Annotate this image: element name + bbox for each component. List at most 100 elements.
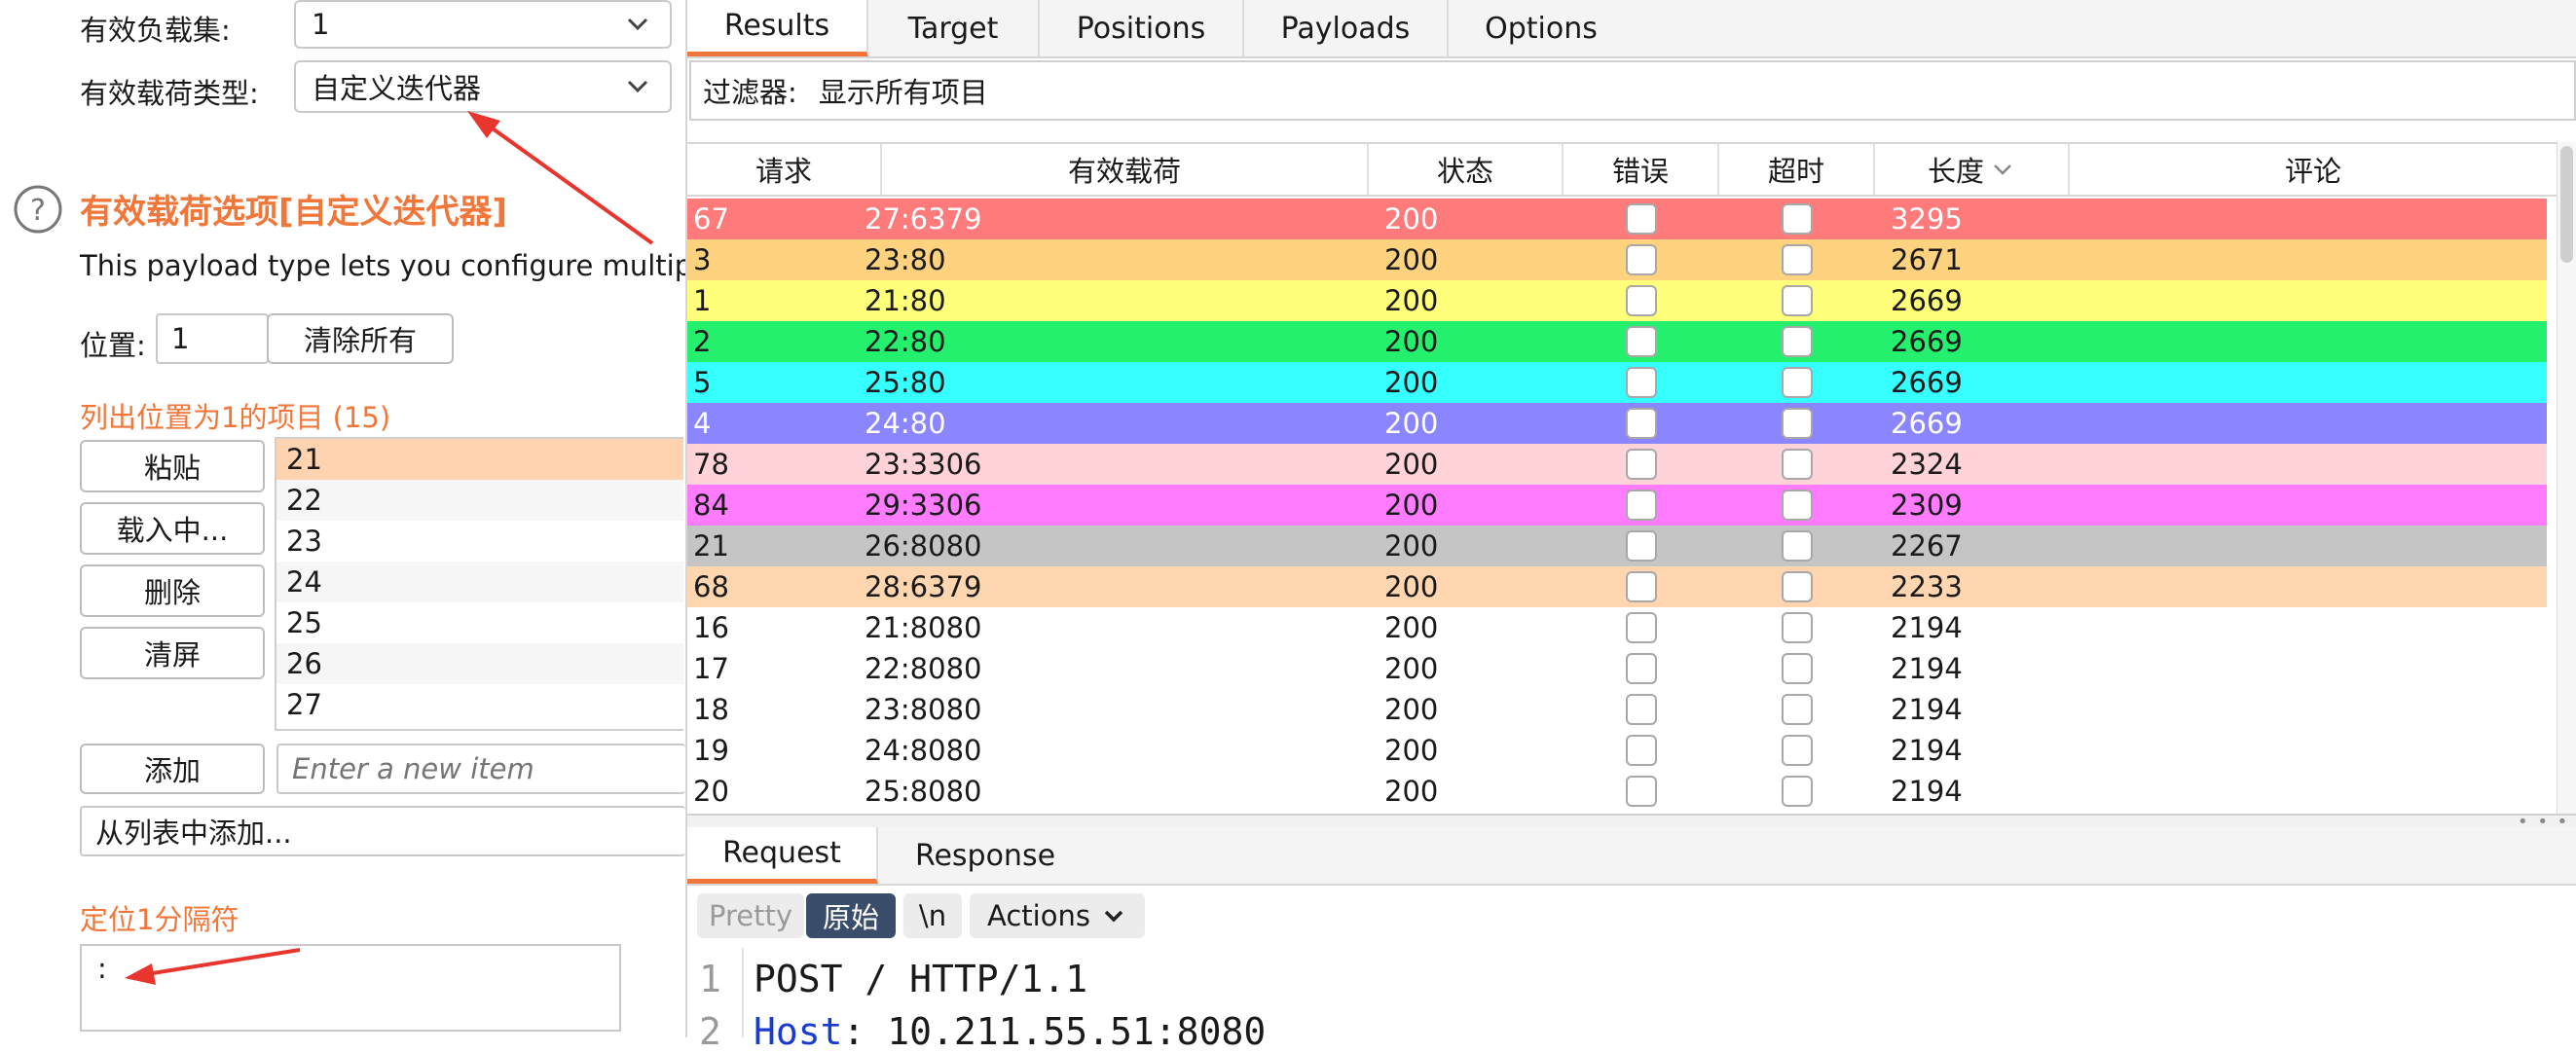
- cell-payload: 23:3306: [865, 448, 982, 481]
- list-item[interactable]: 27: [276, 684, 683, 725]
- paste-button[interactable]: 粘贴: [80, 440, 265, 492]
- raw-button[interactable]: 原始: [806, 893, 896, 938]
- table-row[interactable]: 20 25:8080 200 2194: [687, 771, 2557, 812]
- table-row[interactable]: 16 21:8080 200 2194: [687, 607, 2557, 648]
- list-item[interactable]: 26: [276, 643, 683, 684]
- editor-toolbar: Pretty 原始 \n Actions: [687, 886, 2576, 948]
- pane-splitter[interactable]: • • •: [687, 812, 2576, 832]
- error-checkbox: [1626, 653, 1657, 684]
- col-header-payload[interactable]: 有效载荷: [882, 144, 1369, 195]
- table-row[interactable]: 4 24:80 200 2669: [687, 403, 2547, 444]
- col-header-timeout[interactable]: 超时: [1719, 144, 1875, 195]
- cell-request: 78: [693, 448, 729, 481]
- cell-status: 200: [1384, 202, 1439, 236]
- payload-type-label: 有效载荷类型:: [80, 77, 259, 110]
- list-item[interactable]: 21: [276, 439, 683, 480]
- col-header-length-label: 长度: [1927, 155, 1984, 188]
- line-number: 2: [699, 1010, 721, 1053]
- payload-set-select[interactable]: 1: [294, 0, 672, 49]
- error-checkbox: [1626, 776, 1657, 807]
- tab-response[interactable]: Response: [878, 827, 1092, 884]
- list-item[interactable]: 24: [276, 562, 683, 602]
- help-icon[interactable]: ?: [12, 183, 64, 236]
- payload-type-value: 自定义迭代器: [312, 72, 482, 105]
- table-row[interactable]: 2 22:80 200 2669: [687, 321, 2547, 362]
- cell-status: 200: [1384, 611, 1439, 644]
- timeout-checkbox: [1782, 735, 1813, 766]
- cell-status: 200: [1384, 489, 1439, 522]
- table-row[interactable]: 3 23:80 200 2671: [687, 239, 2547, 280]
- tab-payloads[interactable]: Payloads: [1244, 0, 1449, 56]
- timeout-checkbox: [1782, 244, 1813, 275]
- error-checkbox: [1626, 326, 1657, 357]
- cell-request: 18: [693, 693, 729, 726]
- tab-positions[interactable]: Positions: [1040, 0, 1244, 56]
- main-tabs: Results Target Positions Payloads Option…: [687, 0, 2576, 58]
- cell-payload: 23:8080: [865, 693, 982, 726]
- col-header-error[interactable]: 错误: [1564, 144, 1719, 195]
- cell-length: 2194: [1891, 611, 1963, 644]
- table-row[interactable]: 84 29:3306 200 2309: [687, 485, 2547, 526]
- table-row[interactable]: 19 24:8080 200 2194: [687, 730, 2557, 771]
- list-item[interactable]: 22: [276, 480, 683, 521]
- table-row[interactable]: 67 27:6379 200 3295: [687, 199, 2547, 239]
- col-header-comment[interactable]: 评论: [2070, 144, 2557, 195]
- section-title: 有效载荷选项[自定义迭代器]: [80, 193, 508, 232]
- timeout-checkbox: [1782, 571, 1813, 602]
- position-input[interactable]: 1: [156, 313, 269, 364]
- actions-button[interactable]: Actions: [970, 893, 1145, 938]
- cell-status: 200: [1384, 734, 1439, 767]
- cell-status: 200: [1384, 693, 1439, 726]
- tab-options[interactable]: Options: [1449, 0, 1634, 56]
- filter-value: 显示所有项目: [818, 76, 988, 109]
- cell-status: 200: [1384, 366, 1439, 399]
- tab-request[interactable]: Request: [687, 827, 878, 884]
- clear-all-button[interactable]: 清除所有: [267, 313, 454, 364]
- table-row[interactable]: 5 25:80 200 2669: [687, 362, 2547, 403]
- cell-length: 2671: [1891, 243, 1963, 276]
- cell-status: 200: [1384, 775, 1439, 808]
- cell-length: 2194: [1891, 775, 1963, 808]
- filter-bar[interactable]: 过滤器: 显示所有项目: [689, 60, 2576, 121]
- cell-payload: 28:6379: [865, 570, 982, 603]
- table-row[interactable]: 78 23:3306 200 2324: [687, 444, 2547, 485]
- col-header-length[interactable]: 长度: [1875, 144, 2070, 195]
- clear-button[interactable]: 清屏: [80, 627, 265, 679]
- request-editor[interactable]: 1 2 POST / HTTP/1.1 Host: 10.211.55.51:8…: [687, 948, 2576, 1053]
- table-row[interactable]: 18 23:8080 200 2194: [687, 689, 2557, 730]
- results-scrollbar[interactable]: [2557, 142, 2576, 814]
- list-item[interactable]: 25: [276, 602, 683, 643]
- load-button[interactable]: 载入中...: [80, 502, 265, 555]
- cell-payload: 23:80: [865, 243, 946, 276]
- separator-value: :: [97, 952, 107, 985]
- cell-request: 20: [693, 775, 729, 808]
- items-list[interactable]: 21 22 23 24 25 26 27: [275, 437, 683, 731]
- tab-target[interactable]: Target: [868, 0, 1040, 56]
- error-checkbox: [1626, 571, 1657, 602]
- table-row[interactable]: 21 26:8080 200 2267: [687, 526, 2547, 566]
- scrollbar-thumb[interactable]: [2560, 146, 2573, 263]
- col-header-request[interactable]: 请求: [687, 144, 882, 195]
- tab-results[interactable]: Results: [687, 0, 868, 56]
- cell-payload: 25:80: [865, 366, 946, 399]
- timeout-checkbox: [1782, 530, 1813, 562]
- list-item[interactable]: 23: [276, 521, 683, 562]
- col-header-status[interactable]: 状态: [1369, 144, 1564, 195]
- add-button[interactable]: 添加: [80, 744, 265, 794]
- list-header: 列出位置为1的项目 (15): [80, 401, 391, 434]
- cell-length: 2669: [1891, 284, 1963, 317]
- drag-handle-icon: • • •: [2518, 812, 2570, 832]
- cell-request: 2: [693, 325, 712, 358]
- cell-length: 2267: [1891, 529, 1963, 563]
- timeout-checkbox: [1782, 408, 1813, 439]
- table-row[interactable]: 1 21:80 200 2669: [687, 280, 2547, 321]
- newline-button[interactable]: \n: [903, 893, 962, 938]
- add-from-list-select[interactable]: 从列表中添加...: [80, 806, 685, 856]
- pretty-button[interactable]: Pretty: [697, 893, 804, 938]
- payload-type-select[interactable]: 自定义迭代器: [294, 60, 672, 113]
- table-row[interactable]: 68 28:6379 200 2233: [687, 566, 2547, 607]
- table-row[interactable]: 17 22:8080 200 2194: [687, 648, 2557, 689]
- new-item-input[interactable]: [276, 744, 685, 794]
- remove-button[interactable]: 删除: [80, 564, 265, 617]
- cell-payload: 27:6379: [865, 202, 982, 236]
